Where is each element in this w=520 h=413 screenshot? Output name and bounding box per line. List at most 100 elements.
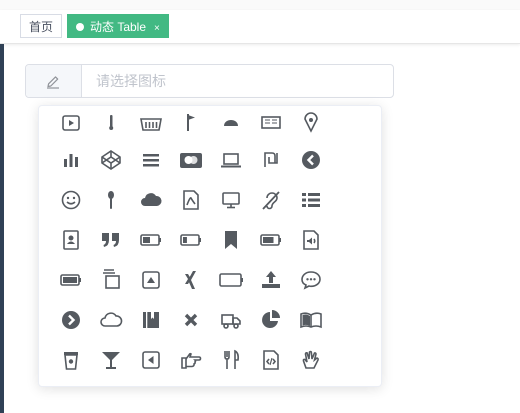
- icon-option[interactable]: [251, 260, 291, 300]
- icon-option[interactable]: [131, 260, 171, 300]
- motorcycle-helmet-icon: [224, 120, 238, 126]
- battery-three-quarters-icon: [260, 234, 281, 246]
- icon-option[interactable]: [211, 220, 251, 260]
- icon-option[interactable]: [91, 300, 131, 340]
- file-pdf-icon: [183, 190, 199, 210]
- caret-square-left-icon: [142, 351, 160, 369]
- shopping-basket-icon: [140, 118, 162, 131]
- spoon-icon: [108, 191, 114, 209]
- battery-full-icon: [60, 274, 81, 286]
- icon-option[interactable]: [291, 140, 331, 180]
- icon-option[interactable]: [91, 180, 131, 220]
- deaf-icon: [262, 191, 280, 210]
- pie-chart-icon: [262, 310, 280, 328]
- icon-option[interactable]: [291, 220, 331, 260]
- list-icon: [302, 193, 320, 207]
- cc-mastercard-icon: [180, 153, 202, 168]
- icon-option[interactable]: [91, 340, 131, 380]
- truck-icon: [221, 314, 241, 329]
- map-marker-icon: [304, 112, 318, 133]
- icon-option[interactable]: [131, 300, 171, 340]
- caret-square-up-icon: [142, 271, 160, 289]
- icon-option[interactable]: [251, 300, 291, 340]
- icon-option[interactable]: [171, 220, 211, 260]
- icon-option[interactable]: [211, 140, 251, 180]
- icon-option[interactable]: [51, 340, 91, 380]
- battery-empty-icon: [219, 273, 243, 287]
- edit-icon: [47, 76, 59, 89]
- icon-option[interactable]: [171, 106, 211, 143]
- upload-icon: [262, 271, 280, 288]
- quote-right-icon: [102, 233, 119, 247]
- icon-option[interactable]: [171, 300, 211, 340]
- icon-option[interactable]: [211, 340, 251, 380]
- icon-select-input-group: [25, 64, 394, 98]
- icon-option[interactable]: [91, 106, 131, 143]
- thermometer-icon: [109, 115, 114, 130]
- coffee-cup-icon: [64, 352, 78, 370]
- tag-active-label: 动态 Table: [90, 20, 147, 34]
- tag-home-label: 首页: [29, 20, 54, 34]
- flag-icon: [187, 114, 195, 131]
- cloud-outline-icon: [100, 312, 123, 327]
- icon-option[interactable]: [131, 220, 171, 260]
- icon-option[interactable]: [251, 106, 291, 143]
- icon-option[interactable]: [211, 106, 251, 143]
- icon-option[interactable]: [211, 180, 251, 220]
- icon-option[interactable]: [211, 300, 251, 340]
- active-dot-icon: [76, 23, 84, 31]
- icon-option[interactable]: [131, 140, 171, 180]
- icon-option[interactable]: [291, 106, 331, 143]
- cloud-icon: [141, 193, 162, 206]
- icon-option[interactable]: [51, 300, 91, 340]
- cutlery-icon: [224, 349, 239, 369]
- icon-option[interactable]: [51, 220, 91, 260]
- hand-point-right-icon: [181, 352, 202, 369]
- icon-option[interactable]: [291, 260, 331, 300]
- icon-option[interactable]: [51, 140, 91, 180]
- bookmark-icon: [225, 231, 237, 249]
- bar-chart-icon: [64, 154, 78, 167]
- icon-option[interactable]: [291, 180, 331, 220]
- battery-quarter-icon: [180, 234, 201, 246]
- icon-search-input[interactable]: [82, 65, 390, 97]
- icon-option[interactable]: [251, 220, 291, 260]
- newspaper-icon: [261, 116, 281, 129]
- icon-option[interactable]: [251, 140, 291, 180]
- glass-icon: [102, 352, 120, 369]
- icon-option[interactable]: [91, 220, 131, 260]
- tags-view-bar: 首页 动态 Table ×: [0, 10, 520, 44]
- icon-option[interactable]: [131, 106, 171, 143]
- chevron-circle-right-icon: [62, 311, 80, 329]
- icon-option[interactable]: [291, 300, 331, 340]
- icon-option[interactable]: [211, 260, 251, 300]
- laptop-icon: [221, 153, 241, 168]
- icon-option[interactable]: [171, 260, 211, 300]
- icon-option[interactable]: [251, 340, 291, 380]
- tag-home[interactable]: 首页: [20, 14, 63, 38]
- icon-option[interactable]: [171, 340, 211, 380]
- icon-option[interactable]: [51, 180, 91, 220]
- icon-option[interactable]: [51, 106, 91, 143]
- icon-option[interactable]: [91, 260, 131, 300]
- times-icon: [184, 313, 198, 327]
- book-icon: [143, 312, 159, 328]
- icon-option[interactable]: [51, 260, 91, 300]
- xing-icon: [185, 271, 196, 289]
- comment-dots-icon: [301, 271, 321, 290]
- icon-option[interactable]: [131, 340, 171, 380]
- icon-option[interactable]: [171, 140, 211, 180]
- close-icon[interactable]: ×: [154, 17, 160, 41]
- icon-option[interactable]: [291, 340, 331, 380]
- book-open-icon: [300, 312, 322, 329]
- icon-option[interactable]: [131, 180, 171, 220]
- icon-option[interactable]: [251, 180, 291, 220]
- youtube-play-icon: [62, 115, 80, 131]
- icon-option[interactable]: [91, 140, 131, 180]
- codepen-icon: [101, 150, 121, 170]
- icon-option[interactable]: [171, 180, 211, 220]
- sidebar-edge: [0, 44, 4, 413]
- tag-dynamic-table[interactable]: 动态 Table ×: [67, 14, 169, 38]
- file-code-icon: [263, 350, 279, 370]
- battery-half-icon: [140, 234, 161, 246]
